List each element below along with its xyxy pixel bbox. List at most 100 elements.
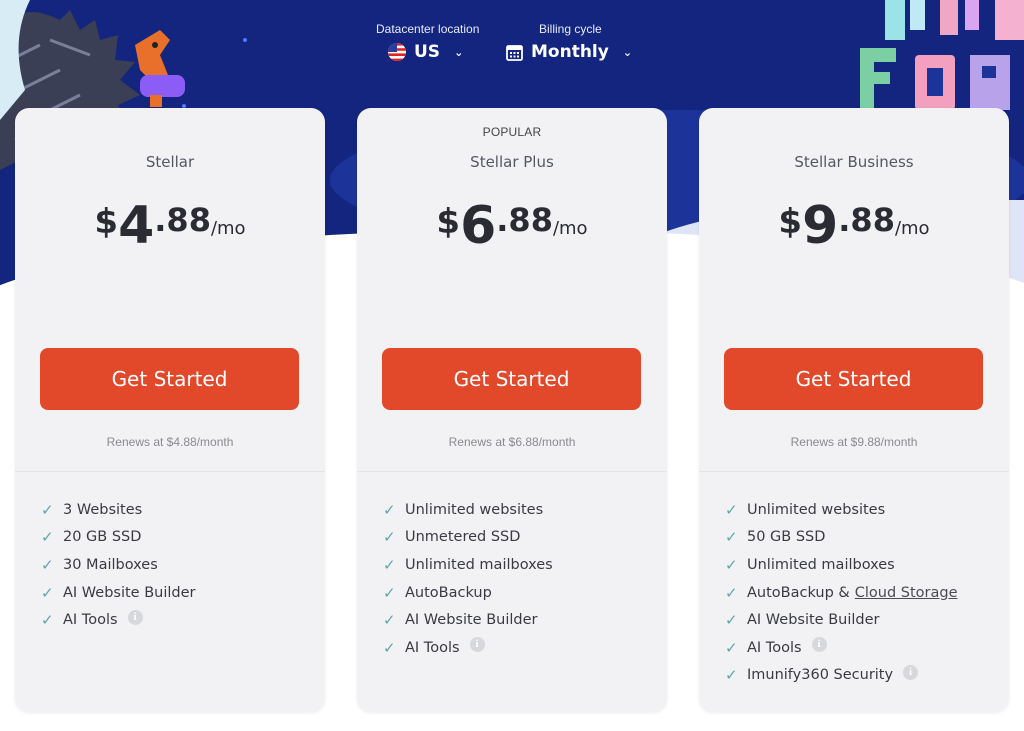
feature-item: ✓ AI Website Builder	[383, 606, 657, 634]
price-cents: .88	[154, 201, 211, 239]
check-icon: ✓	[383, 611, 396, 630]
feature-text: AI Tools	[747, 639, 802, 656]
check-icon: ✓	[383, 555, 396, 574]
chevron-down-icon: ⌄	[454, 45, 464, 59]
feature-item: ✓ 50 GB SSD	[725, 524, 999, 552]
datacenter-location-label: Datacenter location	[376, 22, 480, 36]
check-icon: ✓	[41, 528, 54, 547]
billing-cycle-selector[interactable]: Billing cycle Monthly ⌄	[506, 22, 632, 62]
feature-item: ✓ Unlimited websites	[725, 496, 999, 524]
feature-text: AI Website Builder	[63, 584, 196, 601]
check-icon: ✓	[725, 666, 738, 685]
feature-item: ✓ Unlimited mailboxes	[725, 551, 999, 579]
feature-list: ✓ Unlimited websites ✓ Unmetered SSD ✓ Unli…	[383, 496, 657, 662]
feature-text: Unmetered SSD	[405, 529, 521, 546]
check-icon: ✓	[725, 611, 738, 630]
feature-item: ✓ Unlimited websites	[383, 496, 657, 524]
feature-text: 50 GB SSD	[747, 529, 826, 546]
price-period: /mo	[894, 218, 930, 239]
info-icon[interactable]: i	[127, 609, 143, 625]
renewal-note: Renews at $4.88/month	[106, 435, 234, 449]
check-icon: ✓	[41, 500, 54, 519]
feature-item: ✓ AutoBackup	[383, 579, 657, 607]
price-currency: $	[436, 202, 461, 242]
get-started-button[interactable]: Get Started	[40, 348, 299, 410]
price-cents: .88	[838, 201, 895, 239]
info-icon[interactable]: i	[903, 664, 919, 680]
feature-text: Imunify360 Security	[747, 667, 894, 684]
info-icon[interactable]: i	[811, 637, 827, 653]
check-icon: ✓	[725, 528, 738, 547]
feature-text: AI Tools	[405, 639, 460, 656]
check-icon: ✓	[41, 555, 54, 574]
price-whole: 6	[460, 196, 497, 256]
feature-text: Unlimited websites	[747, 501, 886, 518]
check-icon: ✓	[383, 638, 396, 657]
plan-name: Stellar Plus	[470, 153, 554, 171]
feature-text: 3 Websites	[63, 501, 143, 518]
feature-text: AI Tools	[63, 612, 118, 629]
feature-item: ✓ AI Website Builder	[725, 606, 999, 634]
plan-price: $4.88/mo	[15, 196, 325, 256]
check-icon: ✓	[725, 555, 738, 574]
price-cents: .88	[496, 201, 553, 239]
feature-item: ✓ AI Website Builder	[41, 579, 315, 607]
check-icon: ✓	[725, 583, 738, 602]
price-currency: $	[778, 202, 803, 242]
check-icon: ✓	[41, 583, 54, 602]
feature-item: ✓ Unmetered SSD	[383, 524, 657, 552]
feature-text: Unlimited mailboxes	[747, 556, 895, 573]
datacenter-location-dropdown[interactable]: US ⌄	[388, 42, 479, 62]
billing-cycle-value: Monthly	[531, 42, 609, 62]
price-period: /mo	[210, 218, 246, 239]
chevron-down-icon: ⌄	[622, 45, 633, 59]
plan-name: Stellar	[145, 153, 195, 171]
feature-item: ✓ AI Tools i	[725, 634, 999, 662]
feature-item: ✓ Imunify360 Security i	[725, 662, 999, 690]
plan-card-stellar: Stellar $4.88/mo Get Started Renews at $…	[15, 108, 325, 712]
plan-name: Stellar Business	[794, 153, 914, 171]
get-started-button[interactable]: Get Started	[382, 348, 641, 410]
feature-text: 20 GB SSD	[63, 529, 142, 546]
get-started-button[interactable]: Get Started	[724, 348, 983, 410]
check-icon: ✓	[383, 500, 396, 519]
price-currency: $	[94, 202, 119, 242]
billing-cycle-dropdown[interactable]: Monthly ⌄	[506, 42, 632, 62]
calendar-icon	[506, 44, 523, 61]
check-icon: ✓	[725, 638, 738, 657]
info-icon[interactable]: i	[469, 637, 485, 653]
feature-text: AutoBackup &	[747, 584, 850, 601]
feature-text: Unlimited websites	[405, 501, 544, 518]
feature-item: ✓ AI Tools i	[41, 606, 315, 634]
card-divider	[357, 471, 667, 472]
feature-item: ✓ 30 Mailboxes	[41, 551, 315, 579]
feature-text: AI Website Builder	[405, 612, 538, 629]
price-period: /mo	[552, 218, 588, 239]
feature-text: AI Website Builder	[747, 612, 880, 629]
check-icon: ✓	[725, 500, 738, 519]
plan-price: $6.88/mo	[357, 196, 667, 256]
pixel-letters-illustration	[860, 0, 1024, 110]
feature-list: ✓ Unlimited websites ✓ 50 GB SSD ✓ Unlimite…	[725, 496, 999, 689]
feature-item: ✓ 20 GB SSD	[41, 524, 315, 552]
feature-item: ✓ AutoBackup & Cloud Storage	[725, 579, 999, 607]
star-dot	[243, 38, 247, 42]
datacenter-location-selector[interactable]: Datacenter location US ⌄	[376, 22, 479, 62]
plan-price: $9.88/mo	[699, 196, 1009, 256]
renewal-note: Renews at $9.88/month	[790, 435, 918, 449]
feature-list: ✓ 3 Websites ✓ 20 GB SSD ✓ 30 Mailboxes ✓ AI…	[41, 496, 315, 634]
feature-item: ✓ AI Tools i	[383, 634, 657, 662]
card-divider	[699, 471, 1009, 472]
feature-text: Unlimited mailboxes	[405, 556, 553, 573]
cloud-storage-link[interactable]: Cloud Storage	[855, 585, 958, 601]
feature-text: 30 Mailboxes	[63, 556, 158, 573]
feature-item: ✓ Unlimited mailboxes	[383, 551, 657, 579]
card-divider	[15, 471, 325, 472]
plan-selectors: Datacenter location US ⌄ Billing cycle M…	[376, 22, 636, 74]
plan-card-stellar-plus: POPULAR Stellar Plus $6.88/mo Get Starte…	[357, 108, 667, 712]
feature-text: AutoBackup	[405, 584, 492, 601]
feature-item: ✓ 3 Websites	[41, 496, 315, 524]
us-flag-icon	[388, 43, 406, 61]
datacenter-location-value: US	[414, 42, 441, 62]
check-icon: ✓	[41, 611, 54, 630]
